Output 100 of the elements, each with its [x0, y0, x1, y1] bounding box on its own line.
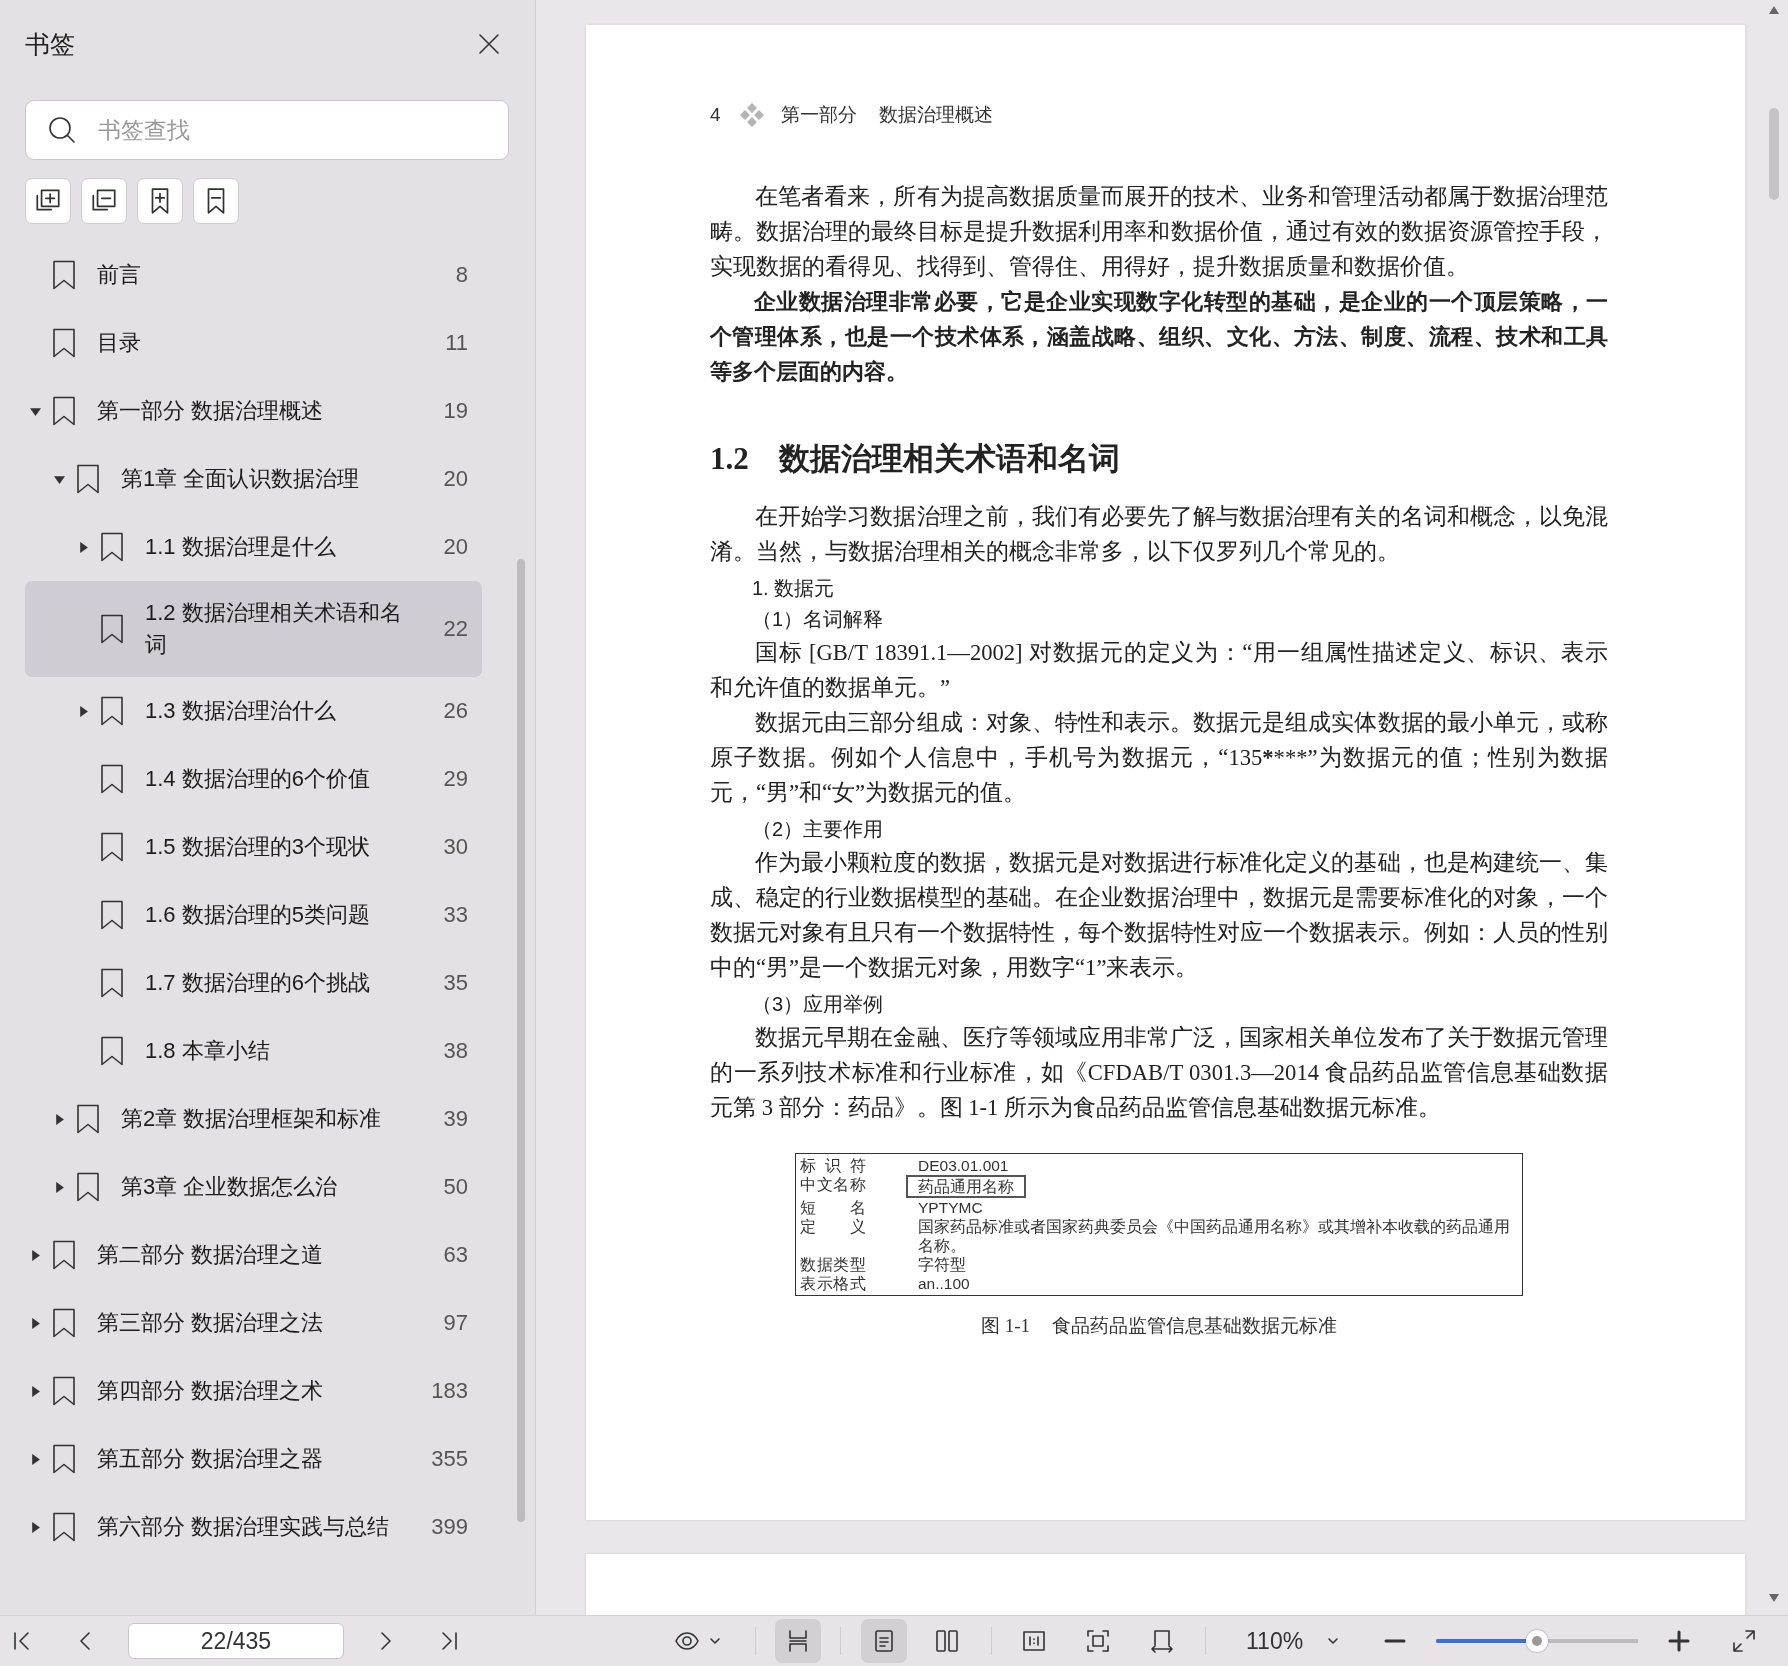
bookmark-icon: [100, 614, 124, 644]
page-number: 355: [430, 1446, 468, 1472]
page-number: 30: [442, 834, 468, 860]
bookmark-title: 前言: [97, 261, 142, 289]
bookmark-item[interactable]: 第2章 数据治理框架和标准 39: [25, 1085, 482, 1153]
zoom-dropdown[interactable]: 110%: [1240, 1619, 1360, 1663]
bookmark-item[interactable]: 1.3 数据治理治什么 26: [25, 677, 482, 745]
slider-thumb[interactable]: [1526, 1630, 1548, 1652]
caret-right-icon[interactable]: [29, 1385, 41, 1397]
scrollbar-thumb[interactable]: [1769, 108, 1779, 200]
scroll-up-icon[interactable]: [1769, 6, 1779, 14]
bookmark-title: 第二部分 数据治理之道: [97, 1241, 325, 1269]
bookmark-item[interactable]: 1.2 数据治理相关术语和名词 22: [25, 581, 482, 677]
expand-all-button[interactable]: [25, 178, 71, 224]
single-page-button[interactable]: [861, 1619, 907, 1663]
bookmark-item[interactable]: 第一部分 数据治理概述 19: [25, 377, 482, 445]
bookmark-title: 1.7 数据治理的6个挑战: [145, 969, 371, 997]
chevron-down-icon: [1327, 1636, 1340, 1646]
page-number: 26: [442, 698, 468, 724]
bookmark-icon: [52, 1376, 76, 1406]
bookmark-icon: [52, 1308, 76, 1338]
bookmark-item[interactable]: 1.6 数据治理的5类问题 33: [25, 881, 482, 949]
bookmark-icon: [100, 696, 124, 726]
bookmark-item[interactable]: 1.4 数据治理的6个价值 29: [25, 745, 482, 813]
bookmark-title: 1.6 数据治理的5类问题: [145, 901, 371, 929]
two-page-icon: [935, 1629, 959, 1653]
bookmark-title: 1.2 数据治理相关术语和名词: [145, 599, 403, 659]
section-heading: 数据治理相关术语和名词: [778, 440, 1120, 478]
bookmark-title: 1.1 数据治理是什么: [145, 533, 337, 561]
caret-right-icon[interactable]: [29, 1249, 41, 1261]
caret-down-icon[interactable]: [53, 473, 65, 485]
field-value: 国家药品标准或者国家药典委员会《中国药品通用名称》或其增补本收载的药品通用名称。: [918, 1217, 1511, 1255]
collapse-all-button[interactable]: [81, 178, 127, 224]
panel-title: 书签: [25, 28, 75, 60]
paragraph: 作为最小颗粒度的数据，数据元是对数据进行标准化定义的基础，也是构建统一、集成、稳定的行业数据模型的基础。在企业数据治理中，数据元是需要标准化的对象，一个数据元对象有且只有一个数据特性，每个数据特性对应一个数据表示。例如：人员的性别中的“男”是一个数据元对象，用数字“1”来表示。: [710, 849, 1608, 982]
bookmark-item[interactable]: 第四部分 数据治理之术 183: [25, 1357, 482, 1425]
field-label: 数据类型: [800, 1255, 866, 1274]
add-bookmark-button[interactable]: [137, 178, 183, 224]
single-page-icon: [872, 1629, 896, 1653]
section-number: 1.2: [710, 440, 749, 478]
continuous-scroll-button[interactable]: [775, 1619, 821, 1663]
bookmark-icon: [52, 1444, 76, 1474]
bookmark-item[interactable]: 第二部分 数据治理之道 63: [25, 1221, 482, 1289]
field-label: 短 名: [800, 1198, 866, 1217]
bookmark-title: 1.3 数据治理治什么: [145, 697, 337, 725]
caret-right-icon[interactable]: [77, 705, 89, 717]
bookmark-icon: [100, 832, 124, 862]
page-number: 50: [442, 1174, 468, 1200]
close-icon: [477, 32, 501, 56]
bookmark-title: 1.8 本章小结: [145, 1037, 271, 1065]
page-number: 38: [442, 1038, 468, 1064]
paragraph: 在笔者看来，所有为提高数据质量而展开的技术、业务和管理活动都属于数据治理范畴。数据治理的最终目标是提升数据利用率和数据价值，通过有效的数据资源管控手段，实现数据的看得见、找得到、管得住、用得好，提升数据质量和数据价值。: [710, 183, 1608, 281]
page-number-field[interactable]: 22/435: [128, 1623, 344, 1659]
figure-caption: 食品药品监管信息基础数据元标准: [1052, 1314, 1338, 1338]
bookmark-icon: [100, 968, 124, 998]
bookmark-title: 第三部分 数据治理之法: [97, 1309, 325, 1337]
caret-right-icon[interactable]: [77, 541, 89, 553]
bookmark-item[interactable]: 第1章 全面认识数据治理 20: [25, 445, 482, 513]
page-number: 39: [442, 1106, 468, 1132]
scrollbar-thumb[interactable]: [517, 559, 525, 1522]
page-number: 183: [430, 1378, 468, 1404]
page-number: 399: [430, 1514, 468, 1540]
bookmark-title: 第一部分 数据治理概述: [97, 397, 325, 425]
page-number: 22: [442, 616, 468, 642]
bookmark-item[interactable]: 第五部分 数据治理之器 355: [25, 1425, 482, 1493]
field-label: 中文名称: [800, 1175, 866, 1195]
bookmark-title: 第四部分 数据治理之术: [97, 1377, 325, 1405]
bookmark-title: 第2章 数据治理框架和标准: [121, 1105, 383, 1133]
bookmark-item[interactable]: 前言 8: [25, 241, 482, 309]
page-number: 20: [442, 466, 468, 492]
chevron-down-icon: [709, 1636, 721, 1646]
caret-right-icon[interactable]: [53, 1113, 65, 1125]
bookmark-item[interactable]: 1.1 数据治理是什么 20: [25, 513, 482, 581]
page-number: 20: [442, 534, 468, 560]
caret-right-icon[interactable]: [29, 1521, 41, 1533]
bookmark-item[interactable]: 1.7 数据治理的6个挑战 35: [25, 949, 482, 1017]
search-field[interactable]: 书签查找: [25, 100, 509, 160]
paragraph: 在开始学习数据治理之前，我们有必要先了解与数据治理有关的名词和概念，以免混淆。当然，与数据治理相关的概念非常多，以下仅罗列几个常见的。: [710, 503, 1608, 566]
bookmark-title: 1.5 数据治理的3个现状: [145, 833, 371, 861]
bookmark-item[interactable]: 1.5 数据治理的3个现状 30: [25, 813, 482, 881]
paragraph: 企业数据治理非常必要，它是企业实现数字化转型的基础，是企业的一个顶层策略，一个管理体系，也是一个技术体系，涵盖战略、组织、文化、方法、制度、流程、技术和工具等多个层面的内容。: [710, 288, 1608, 386]
bookmark-item[interactable]: 目录 11: [25, 309, 482, 377]
caret-right-icon[interactable]: [53, 1181, 65, 1193]
bookmark-icon: [100, 900, 124, 930]
bookmark-item[interactable]: 第六部分 数据治理实践与总结 399: [25, 1493, 482, 1561]
bookmark-item[interactable]: 1.8 本章小结 38: [25, 1017, 482, 1085]
caret-right-icon[interactable]: [29, 1317, 41, 1329]
field-value: 字符型: [918, 1255, 967, 1274]
bookmark-icon: [100, 532, 124, 562]
caret-right-icon[interactable]: [29, 1453, 41, 1465]
running-head-page-number: 4: [710, 104, 721, 126]
scroll-down-icon[interactable]: [1769, 1594, 1779, 1602]
subheading: （3）应用举例: [751, 992, 885, 1017]
caret-down-icon[interactable]: [29, 405, 41, 417]
bookmark-item[interactable]: 第3章 企业数据怎么治 50: [25, 1153, 482, 1221]
bookmark-item[interactable]: 第三部分 数据治理之法 97: [25, 1289, 482, 1357]
close-button[interactable]: [477, 32, 501, 56]
remove-bookmark-button[interactable]: [193, 178, 239, 224]
page-number: 29: [442, 766, 468, 792]
field-label: 表示格式: [800, 1274, 866, 1293]
